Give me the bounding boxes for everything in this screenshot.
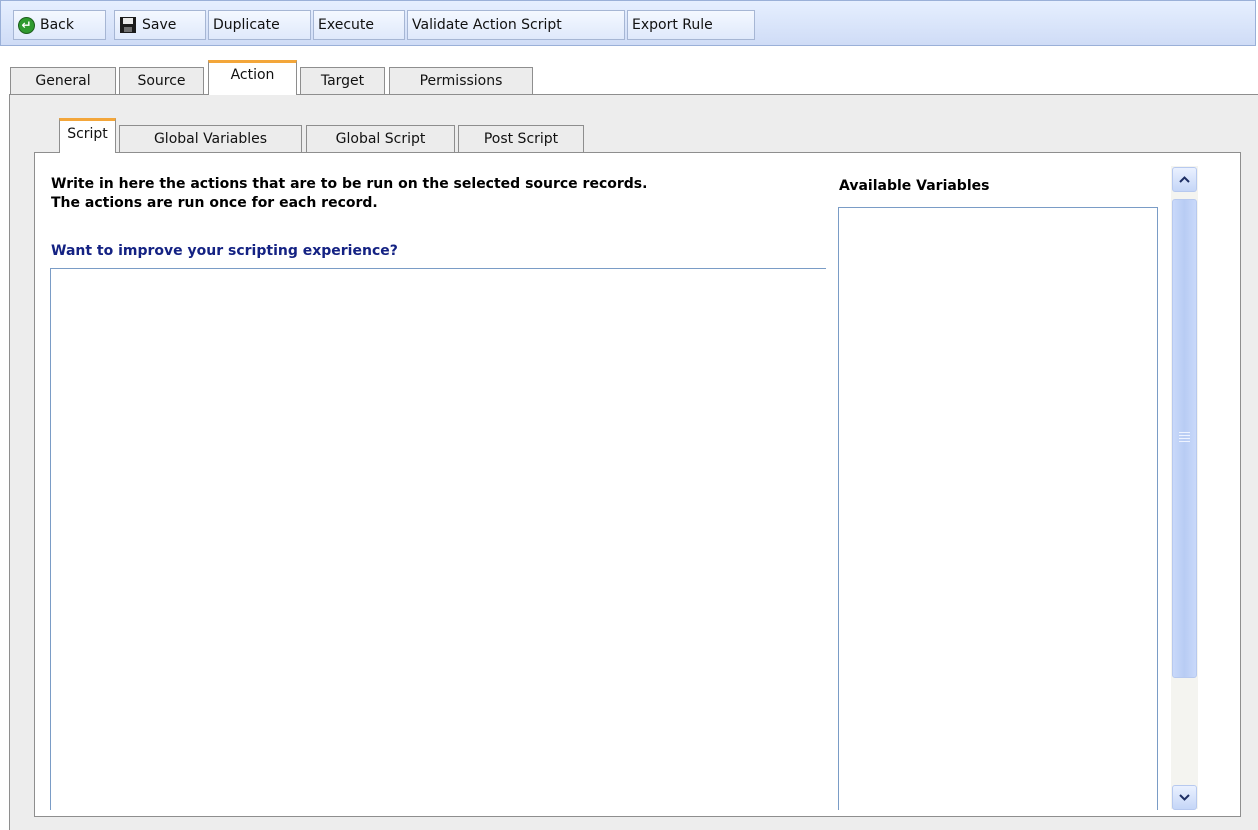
- description-line: Write in here the actions that are to be…: [51, 176, 648, 192]
- tab-label: Target: [320, 73, 365, 89]
- back-arrow-icon: ↵: [18, 16, 35, 34]
- tab-label: Source: [137, 73, 186, 89]
- tab-permissions[interactable]: Permissions: [389, 67, 533, 94]
- tab-label: Global Variables: [153, 131, 268, 147]
- scroll-grip-line: [1179, 438, 1190, 439]
- floppy-disk-icon: [120, 17, 136, 33]
- toolbar: ↵ Back Save Duplicate Execute Validate A…: [0, 0, 1256, 46]
- tab-target[interactable]: Target: [300, 67, 385, 94]
- tab-label: Permissions: [419, 73, 503, 89]
- chevron-down-icon: [1179, 794, 1190, 801]
- description-line: The actions are run once for each record…: [51, 195, 378, 211]
- tab-label: Action: [230, 67, 275, 83]
- script-description: Write in here the actions that are to be…: [51, 175, 647, 213]
- validate-action-script-button[interactable]: Validate Action Script: [407, 10, 625, 40]
- scroll-grip-line: [1179, 435, 1190, 436]
- tab-script[interactable]: Script: [59, 118, 116, 153]
- tab-post-script[interactable]: Post Script: [458, 125, 584, 152]
- available-variables-title: Available Variables: [839, 178, 990, 194]
- tab-label: Script: [67, 126, 108, 142]
- duplicate-button[interactable]: Duplicate: [208, 10, 311, 40]
- tab-source[interactable]: Source: [119, 67, 204, 94]
- scroll-grip-line: [1179, 432, 1190, 433]
- execute-label: Execute: [318, 17, 374, 33]
- execute-button[interactable]: Execute: [313, 10, 405, 40]
- scrollbar-thumb[interactable]: [1172, 199, 1197, 678]
- back-button[interactable]: ↵ Back: [13, 10, 106, 40]
- back-label: Back: [40, 17, 74, 33]
- scroll-grip-line: [1179, 441, 1190, 442]
- scroll-down-button[interactable]: [1172, 785, 1197, 810]
- save-button[interactable]: Save: [114, 10, 206, 40]
- scroll-up-button[interactable]: [1172, 167, 1197, 192]
- chevron-up-icon: [1179, 176, 1190, 183]
- save-label: Save: [142, 17, 177, 33]
- available-variables-list[interactable]: [838, 207, 1158, 810]
- export-label: Export Rule: [632, 17, 713, 33]
- validate-label: Validate Action Script: [412, 17, 562, 33]
- tab-label: Global Script: [335, 131, 426, 147]
- tab-label: General: [35, 73, 91, 89]
- tab-label: Post Script: [483, 131, 559, 147]
- tab-global-script[interactable]: Global Script: [306, 125, 455, 152]
- tab-global-variables[interactable]: Global Variables: [119, 125, 302, 152]
- script-editor[interactable]: [50, 268, 826, 810]
- tab-action[interactable]: Action: [208, 60, 297, 95]
- duplicate-label: Duplicate: [213, 17, 280, 33]
- improve-scripting-link[interactable]: Want to improve your scripting experienc…: [51, 243, 398, 259]
- tab-general[interactable]: General: [10, 67, 116, 94]
- export-rule-button[interactable]: Export Rule: [627, 10, 755, 40]
